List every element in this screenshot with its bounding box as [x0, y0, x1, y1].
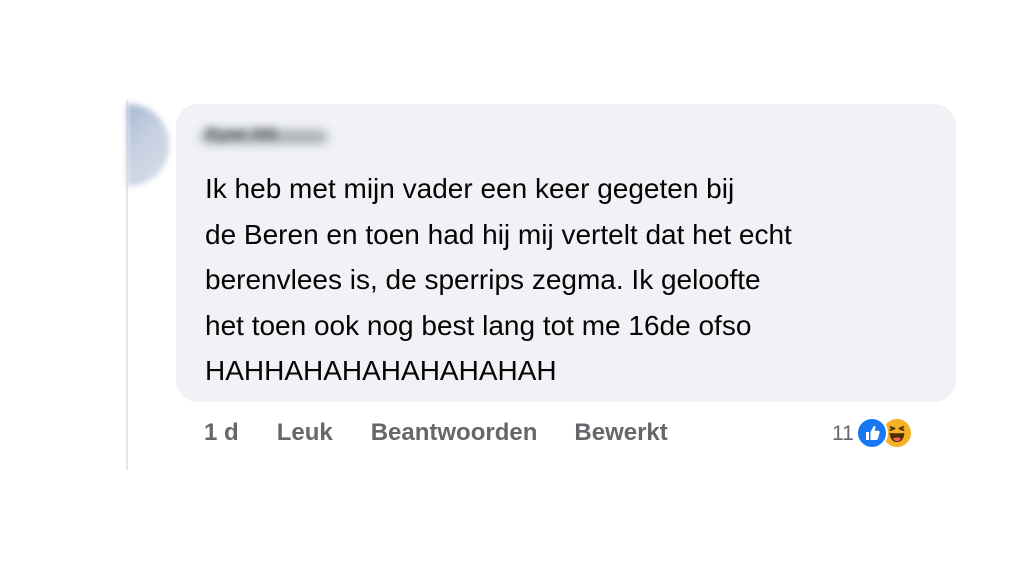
reaction-count: 11	[832, 422, 854, 445]
comment-text-line: het toen ook nog best lang tot me 16de o…	[205, 309, 752, 341]
author-name-text: Ryan NN	[206, 124, 277, 143]
reply-button[interactable]: Beantwoorden	[371, 419, 538, 447]
like-button[interactable]: Leuk	[277, 419, 333, 447]
comment-timestamp-link[interactable]: 1 d	[204, 419, 239, 447]
comment-text: Ik heb met mijn vader een keer gegeten b…	[205, 166, 945, 394]
comment-text-line: HAHHAHAHAHAHAHAHAH	[205, 355, 557, 386]
comment-text-line: berenvlees is, de sperrips zegma. Ik gel…	[205, 264, 761, 295]
comment-author-name[interactable]: Ryan NN	[200, 124, 328, 154]
edited-label: Bewerkt	[574, 419, 668, 446]
thumbs-up-icon	[855, 417, 888, 449]
comment-actions: 1 d Leuk Beantwoorden Bewerkt	[204, 417, 668, 449]
comment-text-line: Ik heb met mijn vader een keer gegeten b…	[205, 173, 735, 204]
reaction-icons	[855, 416, 916, 452]
avatar[interactable]	[127, 104, 169, 186]
comment-screenshot: Ryan NN Ik heb met mijn vader een keer g…	[0, 0, 1024, 576]
comment-text-line: de Beren en toen had hij mij vertelt dat…	[205, 218, 792, 250]
reactions-summary[interactable]: 11	[832, 416, 916, 452]
